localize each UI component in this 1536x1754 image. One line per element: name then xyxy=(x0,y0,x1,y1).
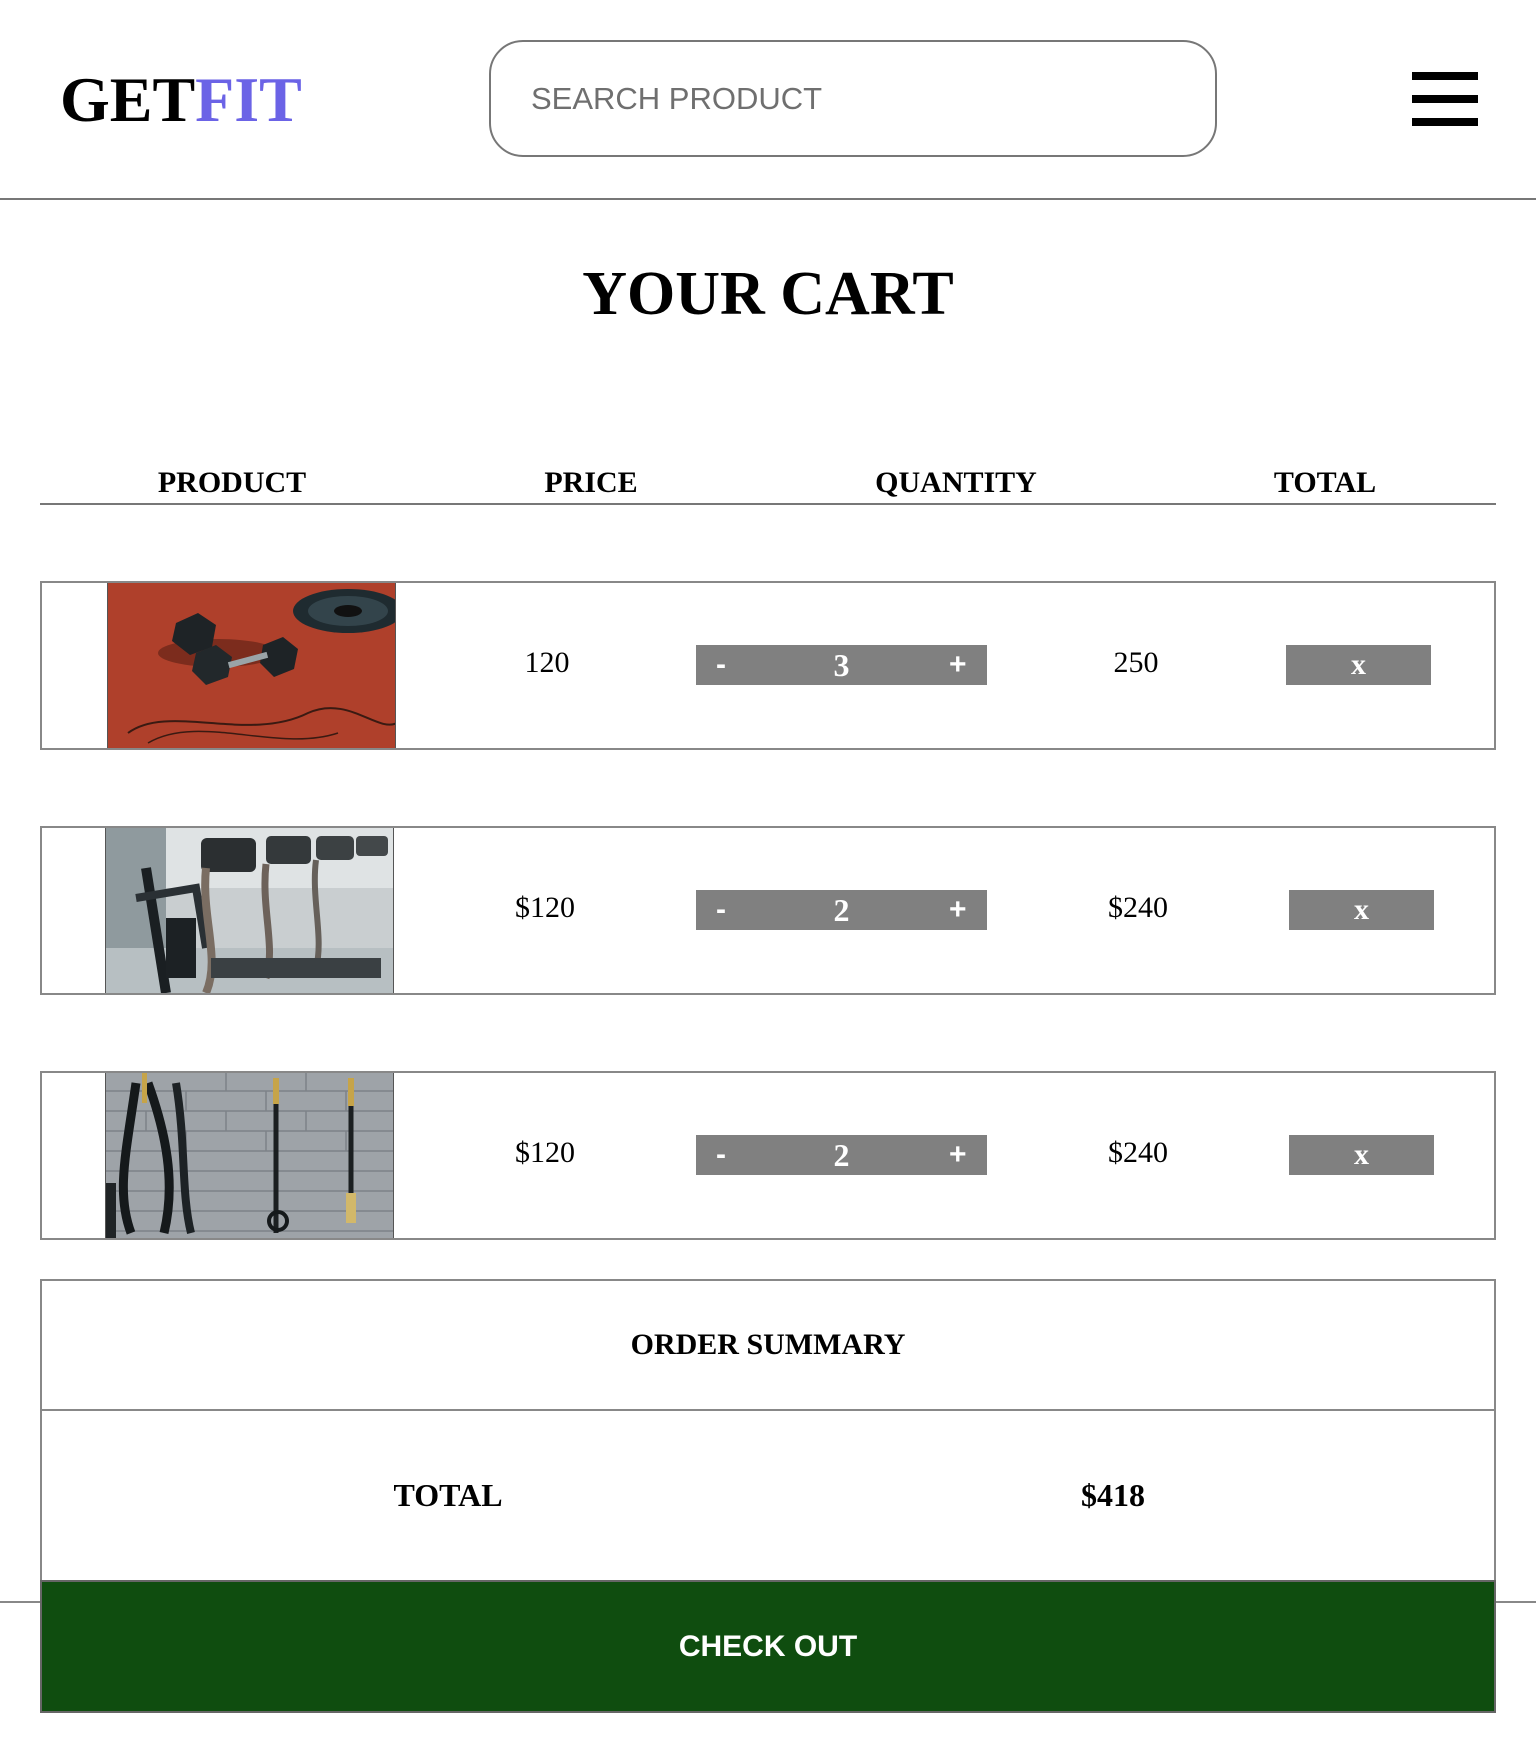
top-header: GETFIT xyxy=(0,0,1536,200)
increment-button[interactable]: + xyxy=(949,890,967,930)
increment-button[interactable]: + xyxy=(949,645,967,685)
cart-row: 120 - 3 + 250 x xyxy=(40,581,1496,750)
row-price: $120 xyxy=(515,891,575,924)
brand-logo[interactable]: GETFIT xyxy=(60,62,302,138)
quantity-value: 2 xyxy=(833,1137,850,1173)
quantity-stepper: - 2 + xyxy=(696,1135,987,1175)
quantity-value: 3 xyxy=(833,647,850,683)
remove-item-button[interactable]: x xyxy=(1289,890,1434,930)
row-total: 250 xyxy=(1113,646,1159,679)
header-quantity: QUANTITY xyxy=(875,466,1037,499)
cart-row: $120 - 2 + $240 x xyxy=(40,1071,1496,1240)
menu-bar xyxy=(1412,118,1478,126)
quantity-stepper: - 3 + xyxy=(696,645,987,685)
hamburger-menu-icon[interactable] xyxy=(1412,72,1478,126)
product-image-battle-ropes xyxy=(105,1073,394,1238)
row-total: $240 xyxy=(1108,891,1168,924)
remove-item-button[interactable]: x xyxy=(1286,645,1431,685)
search-input[interactable] xyxy=(531,72,1171,126)
increment-button[interactable]: + xyxy=(949,1135,967,1175)
quantity-value: 2 xyxy=(833,892,850,928)
order-summary-title: ORDER SUMMARY xyxy=(42,1281,1494,1411)
cart-row: $120 - 2 + $240 x xyxy=(40,826,1496,995)
table-header: PRODUCT PRICE QUANTITY TOTAL xyxy=(40,460,1496,505)
menu-bar xyxy=(1412,95,1478,103)
row-price: $120 xyxy=(515,1136,575,1169)
quantity-stepper: - 2 + xyxy=(696,890,987,930)
row-price: 120 xyxy=(524,646,570,679)
menu-bar xyxy=(1412,72,1478,80)
header-price: PRICE xyxy=(544,466,638,499)
remove-item-button[interactable]: x xyxy=(1289,1135,1434,1175)
logo-part-fit: FIT xyxy=(195,64,302,135)
page-title: YOUR CART xyxy=(582,260,954,328)
product-image-dumbbells xyxy=(107,583,396,748)
summary-total-value: $418 xyxy=(1081,1477,1145,1513)
search-box[interactable] xyxy=(489,40,1217,157)
logo-part-get: GET xyxy=(60,64,196,135)
summary-total-label: TOTAL xyxy=(393,1477,503,1513)
header-total: TOTAL xyxy=(1273,466,1377,499)
row-total: $240 xyxy=(1108,1136,1168,1169)
checkout-button[interactable]: CHECK OUT xyxy=(40,1580,1496,1713)
product-image-treadmills xyxy=(105,828,394,993)
header-product: PRODUCT xyxy=(157,466,307,499)
